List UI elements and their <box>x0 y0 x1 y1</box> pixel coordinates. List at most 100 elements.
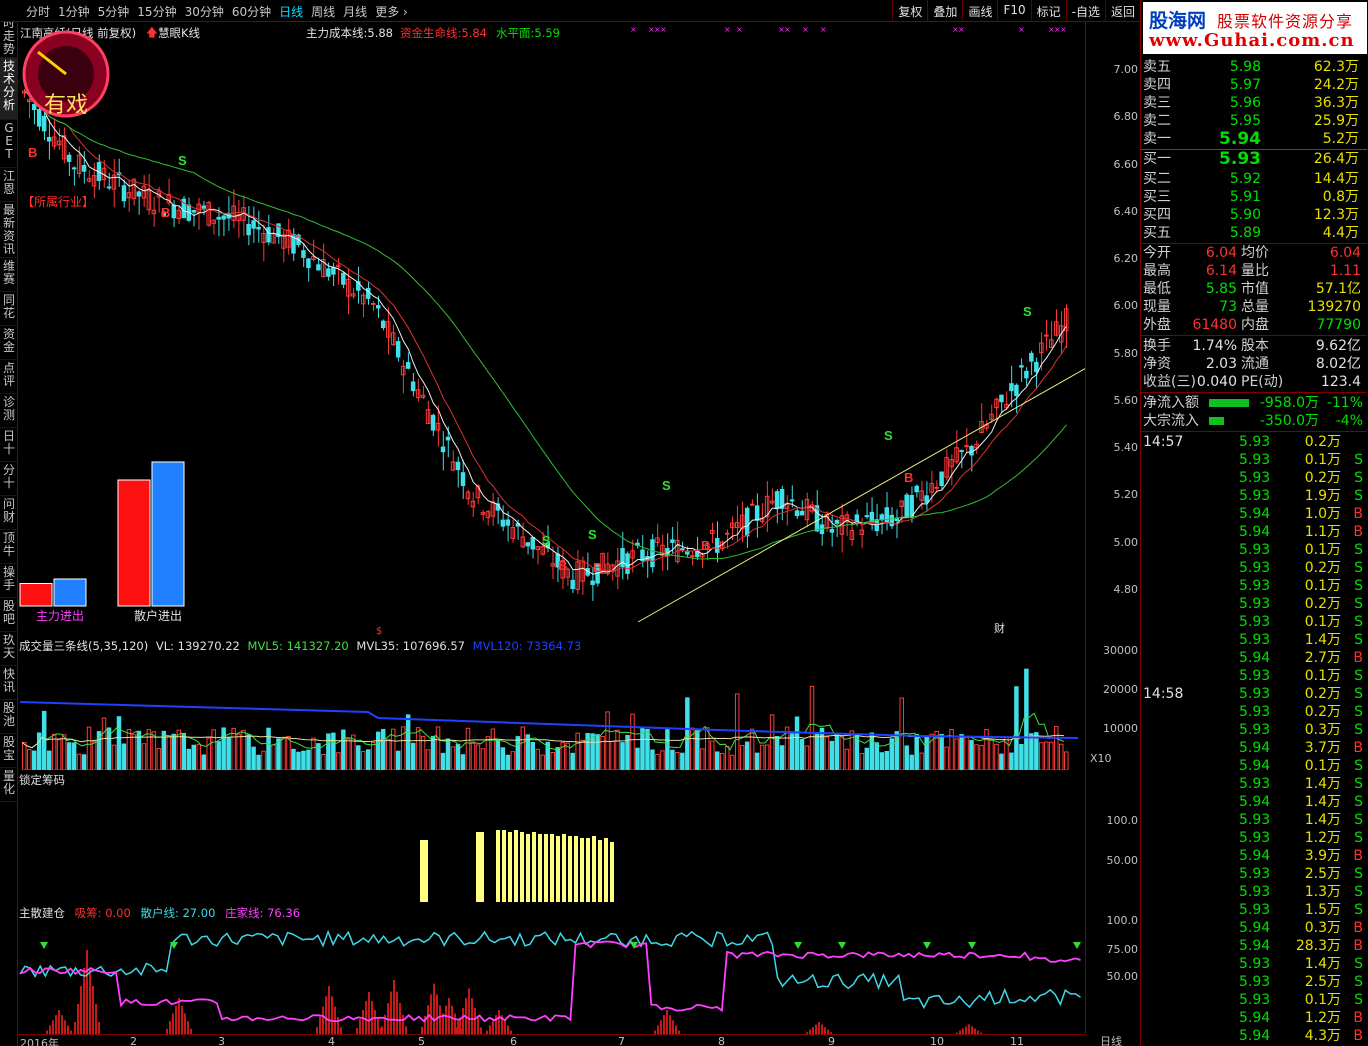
volume-bar <box>500 747 506 770</box>
mvl120-readout: MVL120: 73364.73 <box>473 639 582 653</box>
absorb-bar <box>337 1016 339 1034</box>
left-tab[interactable]: 操手 <box>0 564 18 598</box>
price-chart[interactable]: SBSBSBSBSBSBS有戏主力进出散户进出财$×××××××××××××××… <box>18 22 1085 636</box>
volume-bar <box>1059 743 1064 770</box>
left-tab[interactable]: 技术分析 <box>0 58 18 120</box>
date-axis-label: 8 <box>718 1035 725 1046</box>
volume-bar <box>356 745 361 770</box>
toolbar-button[interactable]: 叠加 <box>927 0 962 22</box>
bid-name: 买二 <box>1143 171 1171 187</box>
absorb-bar <box>359 1019 361 1034</box>
candle-body <box>939 471 944 487</box>
volume-bar <box>724 746 730 770</box>
volume-bar <box>326 733 331 770</box>
volume-bar <box>1014 686 1019 770</box>
sell-signal: S <box>884 428 893 443</box>
candle-body <box>1029 352 1034 362</box>
tick-volume: 0.3万 <box>1304 920 1341 936</box>
axis-tick-label: 10000 <box>1103 722 1138 735</box>
left-tab[interactable]: 同花 <box>0 292 18 326</box>
tick-direction: S <box>1354 596 1363 612</box>
app-window: 分时走势技术分析GET江恩最新资讯维赛同花资金点评诊测日十分十问财顶牛操手股吧玖… <box>0 0 1368 1046</box>
tick-direction: B <box>1353 1028 1363 1044</box>
tick-direction: S <box>1354 812 1363 828</box>
bid-level: 买一 5.93 26.4万 <box>1141 150 1367 168</box>
left-tab[interactable]: 最新资讯 <box>0 202 18 258</box>
left-tab[interactable]: 江恩 <box>0 168 18 202</box>
left-tab[interactable]: 诊测 <box>0 394 18 428</box>
toolbar-button[interactable]: 画线 <box>962 0 997 22</box>
period-tab[interactable]: 月线 <box>339 3 371 20</box>
left-tab[interactable]: 股吧 <box>0 598 18 632</box>
volume-bar <box>31 750 37 770</box>
left-tab[interactable]: 顶牛 <box>0 530 18 564</box>
left-tab[interactable]: 股池 <box>0 700 18 734</box>
left-tab[interactable]: 分十 <box>0 462 18 496</box>
left-tab[interactable]: 量化 <box>0 768 18 802</box>
left-tab[interactable]: 快讯 <box>0 666 18 700</box>
volume-bar <box>814 732 820 770</box>
candle-body <box>301 250 306 258</box>
candle-body <box>71 167 77 170</box>
tick-direction: S <box>1354 866 1363 882</box>
volume-bar <box>76 753 82 770</box>
left-tab[interactable]: 资金 <box>0 326 18 360</box>
period-tab[interactable]: 60分钟 <box>228 3 275 20</box>
left-tab[interactable]: 问财 <box>0 496 18 530</box>
oscillator-chart[interactable] <box>18 918 1085 1034</box>
toolbar-button[interactable]: F10 <box>997 0 1030 22</box>
volume-bar <box>341 729 346 770</box>
chips-chart[interactable] <box>18 786 1085 904</box>
ask-price: 5.98 <box>1229 59 1261 75</box>
period-tab[interactable]: 分时 <box>22 3 54 20</box>
tick-price: 5.93 <box>1239 866 1271 882</box>
stat-value: 57.1亿 <box>1315 281 1361 297</box>
volume-bar <box>46 750 52 770</box>
volume-bar <box>819 727 825 770</box>
absorb-bar <box>454 1013 456 1034</box>
flow-label-retail: 散户进出 <box>134 608 182 623</box>
toolbar-button[interactable]: -自选 <box>1065 0 1105 22</box>
date-axis-label: 2 <box>130 1035 137 1046</box>
volume-bar <box>575 732 580 770</box>
period-tab[interactable]: 15分钟 <box>133 3 180 20</box>
tick-volume: 4.3万 <box>1304 1028 1341 1044</box>
toolbar-button[interactable]: 复权 <box>892 0 927 22</box>
tick-direction: S <box>1354 794 1363 810</box>
period-tab[interactable]: 30分钟 <box>181 3 228 20</box>
absorb-bar <box>393 980 395 1034</box>
left-tab[interactable]: 日十 <box>0 428 18 462</box>
stat-key: 均价 <box>1241 245 1269 261</box>
volume-bar <box>425 749 431 770</box>
left-tab[interactable]: GET <box>0 120 18 168</box>
period-tab[interactable]: 周线 <box>307 3 339 20</box>
tick-price: 5.93 <box>1239 614 1271 630</box>
chips-bar <box>420 840 424 902</box>
volume-bar <box>226 737 231 770</box>
left-tab[interactable]: 股宝 <box>0 734 18 768</box>
volume-bar <box>705 727 710 770</box>
absorb-bar <box>445 1005 447 1034</box>
absorb-bar <box>495 1015 497 1034</box>
candle-body <box>934 486 939 489</box>
period-label[interactable]: 日线 <box>1100 1033 1122 1046</box>
volume-chart[interactable] <box>18 654 1085 770</box>
tick-direction: S <box>1354 992 1363 1008</box>
bid-volume: 12.3万 <box>1313 207 1359 223</box>
absorb-bar <box>672 1020 674 1034</box>
candle-body <box>331 266 336 275</box>
date-axis-label: 6 <box>510 1035 517 1046</box>
toolbar-button[interactable]: 返回 <box>1104 0 1140 22</box>
candle-body <box>505 519 511 526</box>
toolbar-button[interactable]: 标记 <box>1030 0 1066 22</box>
period-tab[interactable]: 更多 › <box>371 3 412 20</box>
left-tab[interactable]: 点评 <box>0 360 18 394</box>
left-tab[interactable]: 玖天 <box>0 632 18 666</box>
period-tab[interactable]: 日线 <box>275 3 307 20</box>
volume-bar <box>610 740 615 770</box>
period-tab[interactable]: 1分钟 <box>54 3 94 20</box>
period-tab[interactable]: 5分钟 <box>94 3 134 20</box>
volume-bar <box>206 737 211 770</box>
left-tab[interactable]: 维赛 <box>0 258 18 292</box>
tick-row: 5.93 1.3万 S <box>1141 883 1367 901</box>
